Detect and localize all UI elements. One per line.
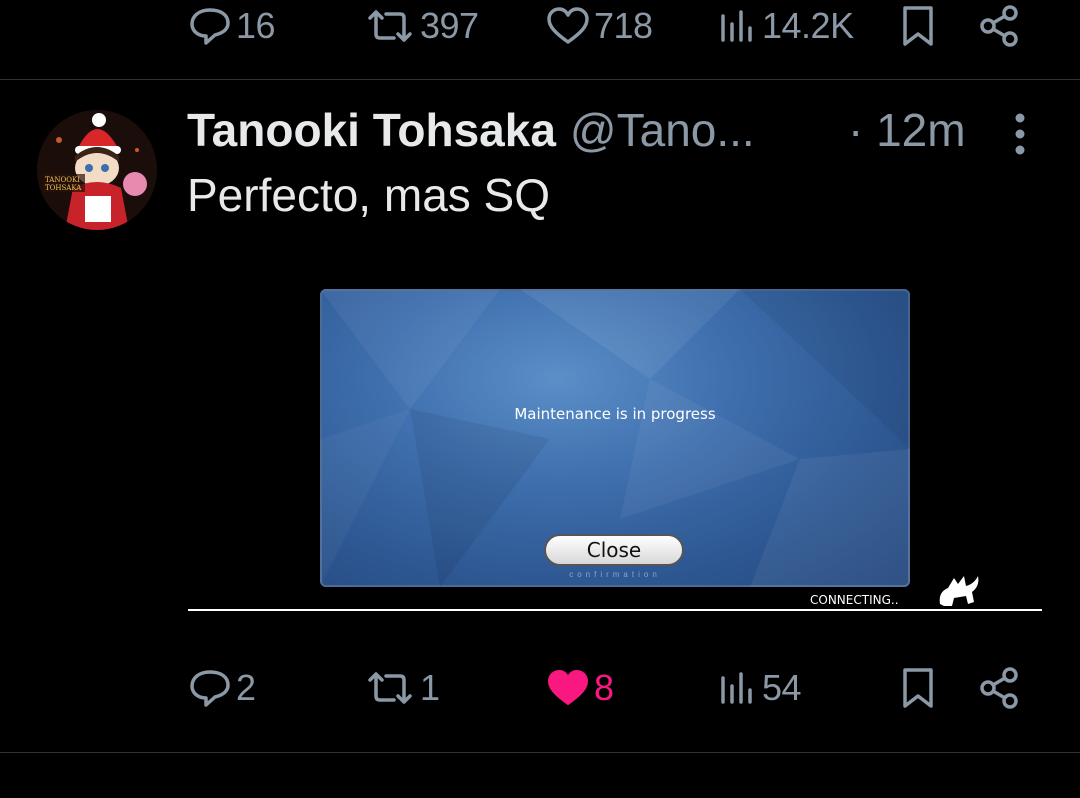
bookmark-icon bbox=[903, 668, 933, 708]
like-button[interactable]: 8 bbox=[546, 658, 614, 718]
fox-silhouette-icon bbox=[939, 576, 979, 606]
previous-tweet-actions: 16 397 718 14.2K bbox=[0, 0, 1080, 56]
bookmark-button[interactable] bbox=[898, 658, 938, 718]
views-count: 14.2K bbox=[762, 5, 854, 46]
repost-icon bbox=[368, 672, 412, 704]
views-icon bbox=[721, 10, 752, 42]
maintenance-dialog: Maintenance is in progress Close confirm… bbox=[320, 289, 910, 587]
connecting-status: CONNECTING.. bbox=[810, 593, 899, 607]
avatar-text-line2: TOHSAKA bbox=[45, 184, 82, 192]
bookmark-button[interactable] bbox=[898, 0, 938, 56]
avatar-text-line1: TANOOKI bbox=[45, 176, 80, 184]
more-options-button[interactable] bbox=[1004, 112, 1036, 156]
repost-icon bbox=[368, 10, 412, 42]
more-icon bbox=[1015, 113, 1025, 155]
reply-icon bbox=[190, 8, 230, 45]
repost-count: 397 bbox=[420, 5, 479, 46]
reply-count: 16 bbox=[236, 5, 276, 46]
share-button[interactable] bbox=[978, 0, 1022, 56]
bookmark-icon bbox=[903, 6, 933, 46]
maintenance-message: Maintenance is in progress bbox=[514, 405, 716, 423]
tweet-actions: 2 1 8 54 bbox=[0, 658, 1080, 718]
tweet-divider-bottom bbox=[0, 752, 1080, 753]
reply-button[interactable]: 2 bbox=[188, 658, 256, 718]
user-handle[interactable]: @Tano... bbox=[570, 103, 755, 157]
avatar-image: TANOOKI TOHSAKA bbox=[37, 110, 157, 230]
like-icon bbox=[547, 7, 589, 44]
reply-count: 2 bbox=[236, 667, 256, 708]
tweet-header: Tanooki Tohsaka @Tano... bbox=[187, 100, 755, 160]
views-button[interactable]: 54 bbox=[718, 658, 802, 718]
avatar[interactable]: TANOOKI TOHSAKA bbox=[37, 110, 157, 230]
like-icon bbox=[548, 670, 588, 705]
confirmation-text: confirmation bbox=[569, 570, 661, 579]
loading-line bbox=[188, 609, 1042, 611]
share-button[interactable] bbox=[978, 658, 1022, 718]
tweet-media[interactable]: Maintenance is in progress Close confirm… bbox=[188, 286, 1044, 614]
repost-button[interactable]: 1 bbox=[364, 658, 440, 718]
close-button[interactable]: Close bbox=[544, 534, 684, 566]
tweet-timestamp[interactable]: · 12m bbox=[848, 100, 966, 160]
views-count: 54 bbox=[762, 667, 802, 708]
views-icon bbox=[721, 672, 752, 704]
like-button[interactable]: 718 bbox=[546, 0, 653, 56]
repost-button[interactable]: 397 bbox=[364, 0, 479, 56]
share-icon bbox=[980, 667, 1018, 709]
reply-icon bbox=[190, 670, 230, 707]
tweet-divider-top bbox=[0, 79, 1080, 80]
display-name[interactable]: Tanooki Tohsaka bbox=[187, 103, 556, 157]
like-count: 718 bbox=[594, 5, 653, 46]
like-count: 8 bbox=[594, 667, 614, 708]
tweet-text: Perfecto, mas SQ bbox=[187, 169, 551, 221]
repost-count: 1 bbox=[420, 667, 440, 708]
reply-button[interactable]: 16 bbox=[188, 0, 276, 56]
share-icon bbox=[980, 5, 1018, 47]
views-button[interactable]: 14.2K bbox=[718, 0, 854, 56]
